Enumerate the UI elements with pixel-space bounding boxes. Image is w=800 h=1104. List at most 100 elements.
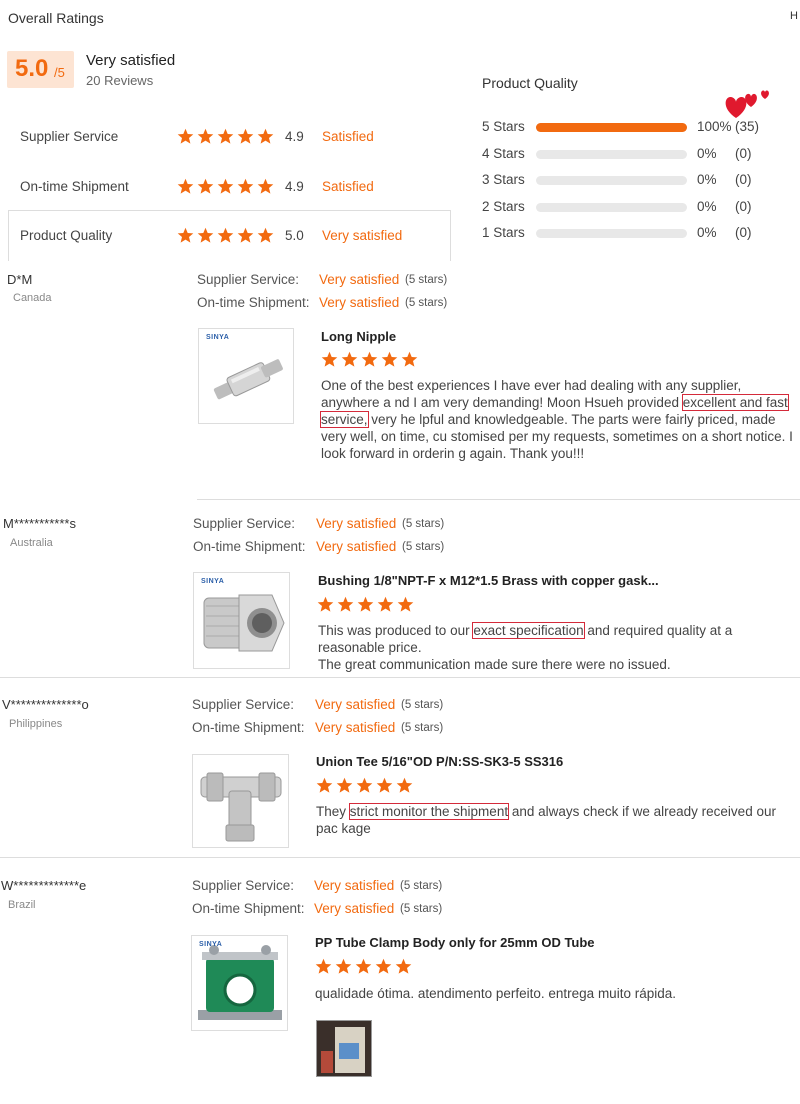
- reviewer-name: D*M: [7, 272, 33, 287]
- dist-label: 1 Stars: [482, 225, 525, 241]
- header-corner-text: H: [790, 10, 798, 22]
- star-icon: [355, 958, 372, 974]
- star-icon: [317, 596, 334, 612]
- reviewer-name: M***********s: [3, 516, 76, 531]
- star-icon: [401, 351, 418, 367]
- star-icon: [357, 596, 374, 612]
- review-separator: [0, 857, 800, 858]
- star-icon: [335, 958, 352, 974]
- shipment-satisfaction: Very satisfied: [319, 295, 400, 310]
- star-icon: [177, 227, 194, 243]
- star-icon: [237, 227, 254, 243]
- star-rating: [321, 351, 418, 368]
- score-suffix: /5: [54, 65, 65, 80]
- star-rating: [315, 958, 412, 975]
- review-text-before: qualidade ótima. atendimento perfeito. e…: [315, 986, 676, 1001]
- star-icon: [257, 178, 274, 194]
- dist-count: (35): [735, 119, 760, 134]
- dist-label: 4 Stars: [482, 145, 525, 161]
- summary-label: Very satisfied: [86, 52, 176, 69]
- reviewer-name: W*************e: [1, 878, 87, 893]
- product-thumbnail[interactable]: SINYA: [191, 935, 288, 1031]
- dist-bar: [536, 123, 687, 132]
- product-title[interactable]: Bushing 1/8"NPT-F x M12*1.5 Brass with c…: [318, 573, 659, 588]
- bushing-image: [203, 594, 285, 652]
- star-icon: [197, 227, 214, 243]
- star-icon: [395, 958, 412, 974]
- star-rating: [177, 227, 274, 244]
- product-title[interactable]: PP Tube Clamp Body only for 25mm OD Tube: [315, 935, 595, 950]
- supplier-label: Supplier Service:: [192, 878, 295, 893]
- supplier-stars-text: (5 stars): [400, 880, 443, 892]
- category-value: 5.0: [285, 228, 304, 243]
- supplier-satisfaction: Very satisfied: [319, 272, 400, 287]
- supplier-satisfaction: Very satisfied: [314, 878, 395, 893]
- brand-logo: SINYA: [199, 941, 223, 948]
- shipment-satisfaction: Very satisfied: [314, 901, 395, 916]
- review-separator: [0, 677, 800, 678]
- star-icon: [257, 128, 274, 144]
- product-thumbnail[interactable]: SINYA: [193, 572, 290, 669]
- dist-count: (0): [735, 225, 752, 241]
- star-icon: [197, 128, 214, 144]
- supplier-stars-text: (5 stars): [405, 274, 448, 286]
- dist-bar: [536, 229, 687, 239]
- star-icon: [341, 351, 358, 367]
- star-icon: [377, 596, 394, 612]
- supplier-stars-text: (5 stars): [402, 518, 445, 530]
- shipment-label: On-time Shipment:: [192, 901, 305, 916]
- star-icon: [177, 178, 194, 194]
- review-separator: [197, 499, 800, 500]
- customer-photo[interactable]: [316, 1020, 372, 1077]
- star-icon: [337, 596, 354, 612]
- category-satisfaction: Satisfied: [322, 129, 374, 144]
- category-satisfaction: Satisfied: [322, 179, 374, 194]
- dist-percent: 100%: [697, 119, 732, 134]
- category-name: Supplier Service: [20, 129, 119, 144]
- star-icon: [375, 958, 392, 974]
- star-icon: [237, 128, 254, 144]
- score-value: 5.0: [15, 55, 49, 82]
- supplier-stars-text: (5 stars): [401, 699, 444, 711]
- dist-percent: 0%: [697, 225, 717, 241]
- category-value: 4.9: [285, 129, 304, 144]
- star-rating: [177, 128, 274, 145]
- star-icon: [177, 128, 194, 144]
- quality-title: Product Quality: [482, 75, 578, 91]
- hearts-icon: [725, 90, 769, 118]
- review-text: They strict monitor the shipment and alw…: [316, 803, 793, 837]
- dist-percent: 0%: [697, 145, 717, 161]
- product-thumbnail[interactable]: [192, 754, 289, 848]
- shipment-stars-text: (5 stars): [402, 541, 445, 553]
- star-icon: [315, 958, 332, 974]
- reviewer-country: Philippines: [9, 718, 63, 730]
- dist-bar: [536, 149, 687, 159]
- category-name: On-time Shipment: [20, 179, 129, 194]
- review-count: 20 Reviews: [86, 73, 154, 88]
- star-icon: [217, 227, 234, 243]
- category-name: Product Quality: [20, 228, 113, 243]
- product-title[interactable]: Union Tee 5/16"OD P/N:SS-SK3-5 SS316: [316, 754, 563, 769]
- reviewer-country: Australia: [10, 537, 53, 549]
- star-icon: [356, 777, 373, 793]
- star-rating: [316, 777, 413, 794]
- review-text: One of the best experiences I have ever …: [320, 377, 793, 462]
- supplier-label: Supplier Service:: [192, 697, 295, 712]
- shipment-stars-text: (5 stars): [401, 722, 444, 734]
- union-tee-image: [200, 772, 282, 842]
- product-title[interactable]: Long Nipple: [321, 329, 396, 344]
- shipment-label: On-time Shipment:: [193, 539, 306, 554]
- star-icon: [257, 227, 274, 243]
- shipment-stars-text: (5 stars): [405, 297, 448, 309]
- star-rating: [317, 596, 414, 613]
- tube-clamp-image: [198, 945, 282, 1020]
- review-highlight: strict monitor the shipment: [348, 803, 510, 820]
- supplier-satisfaction: Very satisfied: [316, 516, 397, 531]
- dist-count: (0): [735, 198, 752, 214]
- dist-percent: 0%: [697, 172, 717, 188]
- star-icon: [376, 777, 393, 793]
- dist-bar: [536, 176, 687, 186]
- dist-percent: 0%: [697, 198, 717, 214]
- category-satisfaction: Very satisfied: [322, 228, 403, 243]
- product-thumbnail[interactable]: SINYA: [198, 328, 294, 424]
